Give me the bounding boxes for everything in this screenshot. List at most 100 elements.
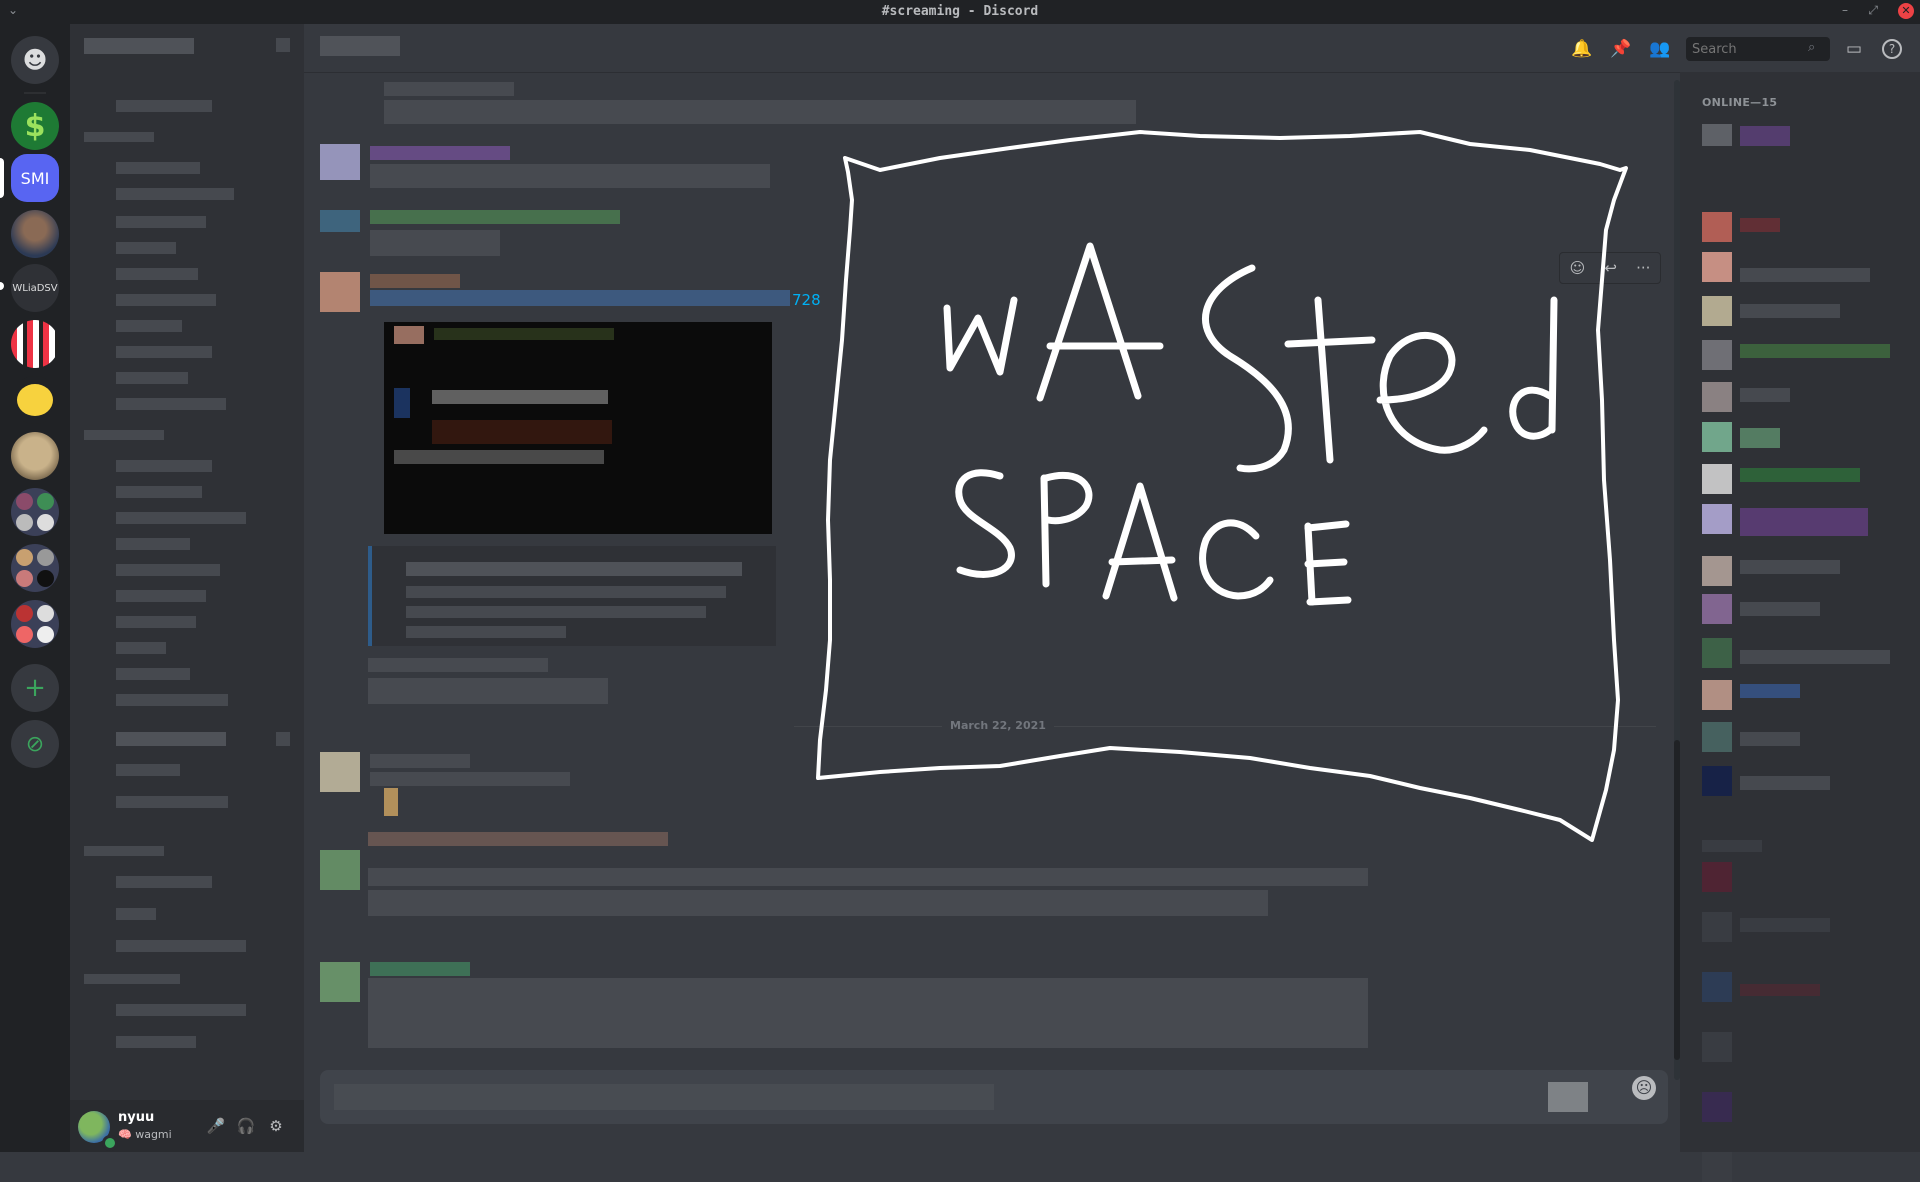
member-avatar[interactable] (1702, 382, 1732, 412)
embed-title[interactable] (406, 562, 742, 576)
gif-button[interactable] (1548, 1082, 1588, 1112)
member-avatar[interactable] (1702, 212, 1732, 242)
reply-icon[interactable]: ↩ (1604, 259, 1617, 277)
channel-item[interactable] (116, 188, 234, 200)
link-embed[interactable] (368, 546, 776, 646)
channel-category[interactable] (84, 846, 164, 856)
channel-item[interactable] (116, 908, 156, 920)
member-name[interactable] (1740, 732, 1800, 746)
microphone-icon[interactable]: 🎤 (206, 1116, 226, 1136)
message-link-fragment[interactable]: 728 (792, 291, 821, 309)
avatar[interactable] (320, 962, 360, 1002)
member-avatar[interactable] (1702, 252, 1732, 282)
headphones-icon[interactable]: 🎧 (236, 1116, 256, 1136)
channel-item-selected[interactable] (116, 732, 226, 746)
channel-item[interactable] (116, 616, 196, 628)
channel-item[interactable] (116, 100, 212, 112)
channel-item[interactable] (116, 796, 228, 808)
embed-image[interactable] (384, 322, 772, 534)
more-icon[interactable]: ··· (1636, 259, 1650, 277)
channel-category[interactable] (84, 132, 154, 142)
member-name[interactable] (1740, 508, 1868, 536)
channel-item[interactable] (116, 538, 190, 550)
channel-category[interactable] (84, 974, 180, 984)
server-folder-2[interactable] (11, 544, 59, 592)
channel-item[interactable] (116, 268, 198, 280)
channel-settings-icon[interactable] (276, 732, 290, 746)
server-folder-1[interactable] (11, 488, 59, 536)
pin-icon[interactable]: 📌 (1610, 38, 1632, 60)
channel-item[interactable] (116, 216, 206, 228)
channel-item[interactable] (116, 486, 202, 498)
avatar[interactable] (320, 210, 360, 232)
help-icon[interactable]: ? (1882, 39, 1902, 59)
member-name[interactable] (1740, 304, 1840, 318)
member-name[interactable] (1740, 560, 1840, 574)
home-button[interactable]: ☻ (11, 36, 59, 84)
member-name[interactable] (1740, 650, 1890, 664)
member-avatar[interactable] (1702, 556, 1732, 586)
explore-servers-button[interactable]: ⊘ (11, 720, 59, 768)
avatar[interactable] (320, 850, 360, 890)
member-name[interactable] (1740, 428, 1780, 448)
member-name[interactable] (1740, 126, 1790, 146)
server-bars[interactable] (11, 320, 59, 368)
member-name[interactable] (1740, 268, 1870, 282)
add-reaction-icon[interactable]: ☺ (1570, 259, 1586, 277)
member-name[interactable] (1740, 468, 1860, 482)
member-avatar[interactable] (1702, 638, 1732, 668)
member-name[interactable] (1740, 344, 1890, 358)
message-author[interactable] (370, 274, 460, 288)
member-avatar[interactable] (1702, 422, 1732, 452)
channel-item[interactable] (116, 940, 246, 952)
member-avatar[interactable] (1702, 504, 1732, 534)
member-name[interactable] (1740, 388, 1790, 402)
server-money[interactable]: $ (11, 102, 59, 150)
channel-item[interactable] (116, 242, 176, 254)
member-avatar[interactable] (1702, 722, 1732, 752)
channel-item[interactable] (116, 372, 188, 384)
message-input[interactable] (320, 1070, 1668, 1124)
emoji-button[interactable]: ☹ (1632, 1076, 1656, 1100)
server-statue[interactable] (11, 432, 59, 480)
member-avatar[interactable] (1702, 680, 1732, 710)
server-duck[interactable] (11, 376, 59, 424)
channel-item[interactable] (116, 162, 200, 174)
avatar[interactable] (320, 272, 360, 312)
message-link[interactable] (370, 290, 790, 306)
avatar[interactable] (320, 144, 360, 180)
bell-icon[interactable]: 🔔 (1571, 38, 1593, 60)
member-avatar[interactable] (1702, 296, 1732, 326)
member-avatar[interactable] (1702, 124, 1732, 146)
server-folder-3[interactable] (11, 600, 59, 648)
server-wliadsv[interactable]: WLiaDSV (11, 264, 59, 312)
member-avatar[interactable] (1702, 464, 1732, 494)
channel-item[interactable] (116, 346, 212, 358)
channel-item[interactable] (116, 876, 212, 888)
member-name[interactable] (1740, 684, 1800, 698)
gear-icon[interactable]: ⚙ (266, 1116, 286, 1136)
channel-item[interactable] (116, 668, 190, 680)
channel-item[interactable] (116, 1004, 246, 1016)
server-name[interactable] (84, 38, 194, 54)
server-portrait[interactable] (11, 210, 59, 258)
message-author[interactable] (370, 962, 470, 976)
close-button[interactable]: ✕ (1898, 3, 1914, 19)
member-name[interactable] (1740, 776, 1830, 790)
message-author[interactable] (370, 754, 470, 768)
member-avatar[interactable] (1702, 340, 1732, 370)
message-author[interactable] (370, 146, 510, 160)
channel-item[interactable] (116, 590, 206, 602)
channel-item[interactable] (116, 564, 220, 576)
member-avatar[interactable] (1702, 766, 1732, 796)
add-server-button[interactable]: + (11, 664, 59, 712)
channel-item[interactable] (116, 1036, 196, 1048)
message-author[interactable] (368, 832, 668, 846)
server-menu-icon[interactable] (276, 38, 290, 52)
member-name[interactable] (1740, 602, 1820, 616)
channel-item[interactable] (116, 512, 246, 524)
channel-item[interactable] (116, 694, 228, 706)
channel-item[interactable] (116, 294, 216, 306)
avatar[interactable] (320, 752, 360, 792)
server-smi[interactable]: SMI (11, 154, 59, 202)
